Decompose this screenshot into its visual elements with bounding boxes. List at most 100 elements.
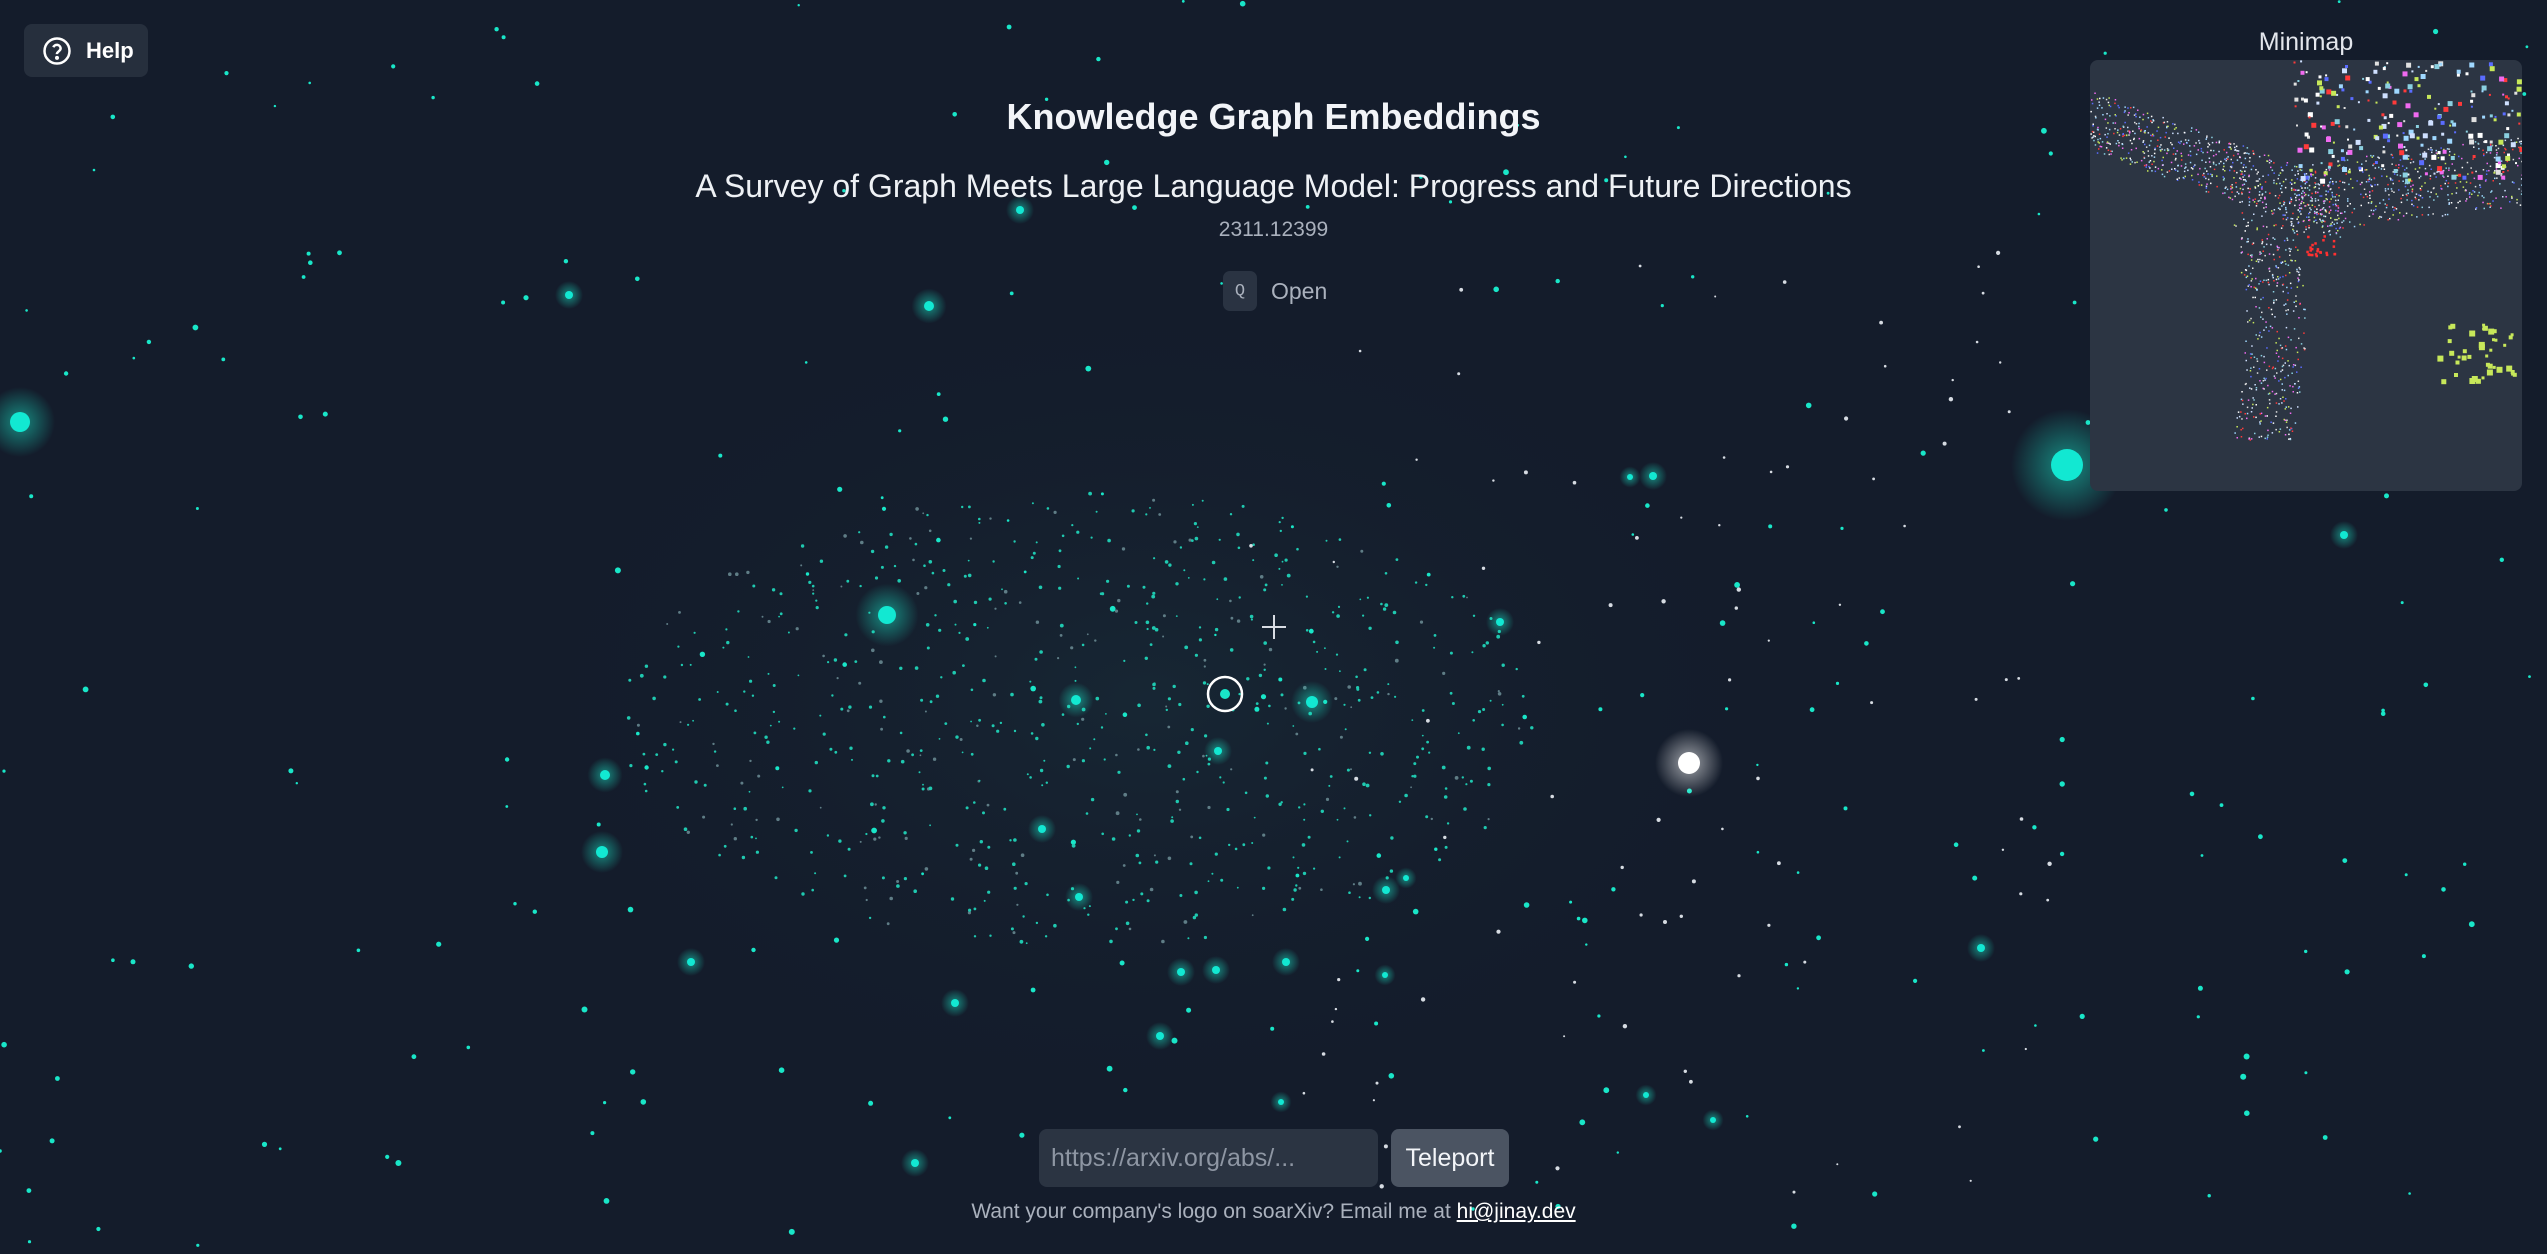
paper-node[interactable] xyxy=(2421,954,2426,959)
paper-node[interactable] xyxy=(2468,921,2475,928)
paper-node[interactable] xyxy=(1457,732,1460,735)
paper-node[interactable] xyxy=(906,749,910,753)
paper-node[interactable] xyxy=(2001,848,2005,851)
paper-node[interactable] xyxy=(1768,524,1773,529)
paper-node[interactable] xyxy=(2046,898,2050,902)
paper-node[interactable] xyxy=(911,753,914,757)
paper-node[interactable] xyxy=(2240,1073,2247,1080)
paper-node[interactable] xyxy=(751,947,756,953)
paper-node[interactable] xyxy=(918,771,921,774)
paper-node[interactable] xyxy=(596,822,601,827)
paper-node[interactable] xyxy=(1152,686,1156,690)
paper-node[interactable] xyxy=(196,1243,200,1247)
paper-node[interactable] xyxy=(1420,997,1426,1002)
paper-node[interactable] xyxy=(1296,547,1299,551)
highlighted-paper-node[interactable] xyxy=(1382,972,1388,978)
paper-node[interactable] xyxy=(1555,1166,1560,1171)
paper-node[interactable] xyxy=(1114,609,1119,613)
paper-node[interactable] xyxy=(880,727,883,731)
paper-node[interactable] xyxy=(2196,1015,2200,1019)
paper-node[interactable] xyxy=(935,694,940,698)
paper-node[interactable] xyxy=(1100,492,1104,496)
paper-node[interactable] xyxy=(1013,886,1017,890)
paper-node[interactable] xyxy=(1144,656,1149,660)
paper-node[interactable] xyxy=(787,631,790,634)
paper-node[interactable] xyxy=(1057,657,1060,660)
paper-node[interactable] xyxy=(1555,278,1560,284)
paper-node[interactable] xyxy=(1444,787,1448,790)
paper-node[interactable] xyxy=(1135,853,1140,858)
paper-node[interactable] xyxy=(733,837,737,841)
paper-node[interactable] xyxy=(1631,533,1635,536)
paper-node[interactable] xyxy=(2072,300,2077,305)
paper-node[interactable] xyxy=(1443,795,1448,799)
paper-node[interactable] xyxy=(1368,751,1372,754)
paper-node[interactable] xyxy=(677,645,680,648)
paper-node[interactable] xyxy=(955,735,959,739)
paper-node[interactable] xyxy=(1734,582,1740,588)
paper-node[interactable] xyxy=(1338,538,1342,541)
highlighted-paper-node[interactable] xyxy=(2340,531,2348,539)
paper-node[interactable] xyxy=(826,834,830,837)
paper-node[interactable] xyxy=(1416,755,1419,759)
paper-node[interactable] xyxy=(952,670,956,675)
paper-node[interactable] xyxy=(1081,759,1085,763)
paper-node[interactable] xyxy=(111,958,115,962)
paper-node[interactable] xyxy=(1472,614,1476,617)
paper-node[interactable] xyxy=(1444,845,1448,849)
paper-node[interactable] xyxy=(735,572,739,576)
paper-node[interactable] xyxy=(1226,807,1230,812)
paper-node[interactable] xyxy=(983,899,986,902)
paper-node[interactable] xyxy=(875,774,879,778)
paper-node[interactable] xyxy=(808,789,812,793)
paper-node[interactable] xyxy=(1214,852,1218,856)
paper-node[interactable] xyxy=(1449,691,1453,695)
paper-node[interactable] xyxy=(1191,503,1194,506)
paper-node[interactable] xyxy=(2037,212,2041,216)
highlighted-paper-node[interactable] xyxy=(911,1159,919,1167)
paper-node[interactable] xyxy=(771,588,776,592)
paper-node[interactable] xyxy=(628,678,632,682)
paper-node[interactable] xyxy=(1974,697,1978,701)
paper-node[interactable] xyxy=(466,1045,471,1050)
paper-node[interactable] xyxy=(1663,920,1667,924)
paper-node[interactable] xyxy=(1310,768,1314,772)
paper-node[interactable] xyxy=(865,898,868,902)
paper-node[interactable] xyxy=(928,786,933,791)
paper-node[interactable] xyxy=(847,847,851,851)
paper-node[interactable] xyxy=(1122,712,1128,717)
paper-node[interactable] xyxy=(1095,510,1098,513)
paper-node[interactable] xyxy=(831,694,834,697)
paper-node[interactable] xyxy=(1301,843,1306,847)
paper-node[interactable] xyxy=(928,560,933,564)
paper-node[interactable] xyxy=(1030,685,1036,692)
paper-node[interactable] xyxy=(922,783,924,786)
open-paper-button[interactable]: Q Open xyxy=(1223,271,1327,311)
highlighted-paper-node[interactable] xyxy=(1643,1092,1649,1098)
paper-node[interactable] xyxy=(965,806,969,810)
paper-node[interactable] xyxy=(1162,614,1166,618)
paper-node[interactable] xyxy=(1501,663,1505,667)
paper-node[interactable] xyxy=(1515,667,1518,671)
paper-node[interactable] xyxy=(1244,791,1248,795)
paper-node[interactable] xyxy=(146,339,152,345)
paper-node[interactable] xyxy=(795,627,799,631)
paper-node[interactable] xyxy=(958,631,961,635)
paper-node[interactable] xyxy=(748,790,751,793)
paper-node[interactable] xyxy=(815,599,818,602)
paper-node[interactable] xyxy=(1522,714,1527,720)
paper-node[interactable] xyxy=(1679,914,1684,918)
paper-node[interactable] xyxy=(1152,498,1156,502)
paper-node[interactable] xyxy=(794,828,798,833)
paper-node[interactable] xyxy=(1123,1087,1128,1093)
paper-node[interactable] xyxy=(1094,639,1097,642)
paper-node[interactable] xyxy=(1395,640,1399,645)
paper-node[interactable] xyxy=(1999,361,2002,364)
paper-node[interactable] xyxy=(914,666,919,670)
paper-node[interactable] xyxy=(1236,886,1239,889)
paper-node[interactable] xyxy=(1229,648,1234,652)
paper-node[interactable] xyxy=(849,746,853,750)
paper-node[interactable] xyxy=(1146,899,1150,903)
highlighted-paper-node[interactable] xyxy=(1282,958,1290,966)
paper-node[interactable] xyxy=(692,719,694,722)
